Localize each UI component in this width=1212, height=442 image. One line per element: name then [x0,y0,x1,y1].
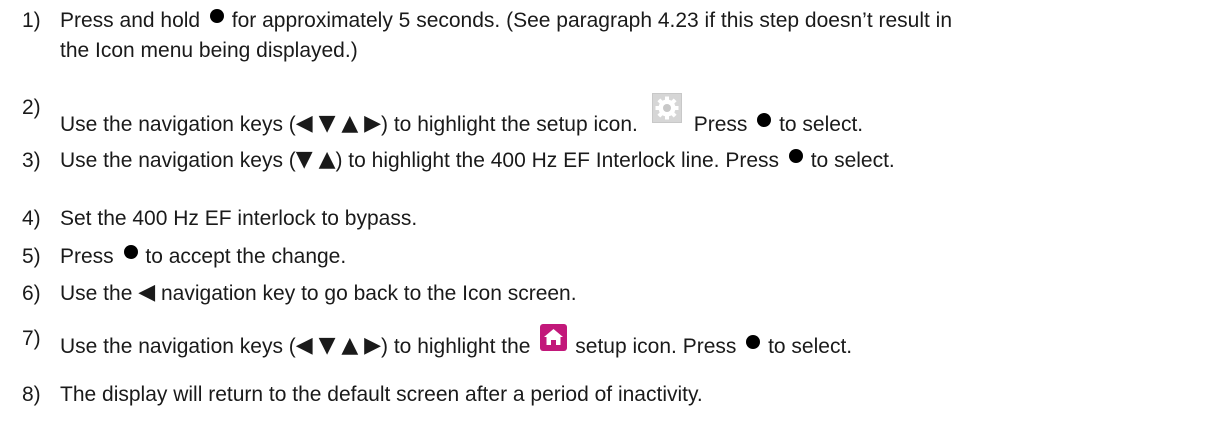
step-number: 2) [22,96,41,119]
step-text-part: Press and hold [60,9,201,32]
step-text-part: Use the navigation keys ( [60,149,296,172]
step-number: 1) [22,9,41,32]
step-5: 5) Press to accept the change. [0,242,1212,272]
step-text-part: setup icon. Press [575,335,737,358]
step-7: 7) Use the navigation keys (◀ ▼ ▲ ▶) to … [0,324,1212,358]
step-8: 8) The display will return to the defaul… [0,380,1212,410]
right-arrow-icon: ▶ [364,333,382,358]
step-number: 4) [22,207,41,230]
down-arrow-icon: ▼ [318,333,336,358]
step-text: The display will return to the default s… [60,383,703,406]
down-arrow-icon: ▼ [318,111,336,136]
step-text-part: ) to highlight the [381,335,531,358]
step-text: Set the 400 Hz EF interlock to bypass. [60,207,418,230]
select-key-icon [788,149,803,163]
step-text: Use the navigation keys (◀ ▼ ▲ ▶) to hig… [60,324,852,362]
step-6: 6) Use the ◀ navigation key to go back t… [0,279,1212,309]
step-text-continued: the Icon menu being displayed.) [60,39,358,62]
step-text-part: navigation key to go back to the Icon sc… [160,282,577,305]
step-text: Press to accept the change. [60,242,346,272]
right-arrow-icon: ▶ [364,111,382,136]
step-text-part: for approximately 5 seconds. (See paragr… [231,9,953,32]
left-arrow-icon: ◀ [295,333,313,358]
step-text-part: ) to highlight the 400 Hz EF Interlock l… [335,149,780,172]
step-number: 6) [22,282,41,305]
step-text: Use the ◀ navigation key to go back to t… [60,279,577,309]
down-arrow-icon: ▼ [295,147,313,172]
up-arrow-icon: ▲ [341,333,359,358]
step-text-part: Press [60,245,114,268]
gear-icon [651,93,682,123]
step-text-part: to select. [779,113,864,136]
step-number: 7) [22,327,41,350]
up-arrow-icon: ▲ [341,111,359,136]
step-number: 3) [22,149,41,172]
step-text-part: to accept the change. [145,245,347,268]
select-key-icon [757,113,772,127]
select-key-icon [746,335,761,349]
select-key-icon [209,9,224,23]
step-text: Use the navigation keys (◀ ▼ ▲ ▶) to hig… [60,93,863,140]
step-3: 3) Use the navigation keys (▼ ▲) to high… [0,146,1212,180]
step-text-part: Use the navigation keys ( [60,113,296,136]
step-text-part: ) to highlight the setup icon. [381,113,638,136]
select-key-icon [123,245,138,259]
step-4: 4) Set the 400 Hz EF interlock to bypass… [0,204,1212,234]
step-text-part: to select. [768,335,853,358]
step-number: 8) [22,383,41,406]
step-1: 1) Press and hold for approximately 5 se… [0,6,1212,66]
step-text: Press and hold for approximately 5 secon… [60,6,952,36]
up-arrow-icon: ▲ [318,147,336,172]
left-arrow-icon: ◀ [138,280,156,305]
step-2: 2) Use the navigation keys (◀ ▼ ▲ ▶) to … [0,93,1212,136]
home-icon [540,324,568,351]
step-text: Use the navigation keys (▼ ▲) to highlig… [60,146,895,176]
left-arrow-icon: ◀ [295,111,313,136]
step-number: 5) [22,245,41,268]
step-text-part: Press [693,113,748,136]
step-text-part: Use the [60,282,133,305]
step-text-part: to select. [810,149,895,172]
step-text-part: Use the navigation keys ( [60,335,296,358]
